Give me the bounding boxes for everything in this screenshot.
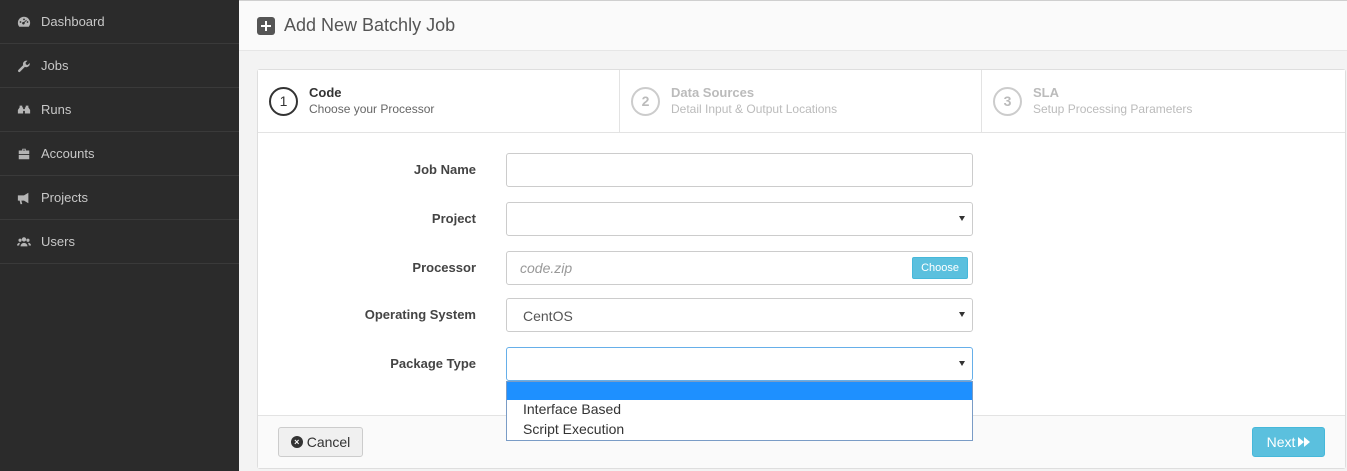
sidebar-item-label: Accounts — [41, 146, 95, 161]
next-label: Next — [1266, 434, 1296, 450]
job-name-row: Job Name — [258, 153, 1345, 187]
page-title: Add New Batchly Job — [284, 15, 456, 35]
step-subtitle: Detail Input & Output Locations — [671, 102, 838, 116]
step-number: 1 — [269, 86, 298, 116]
step-data-sources[interactable]: 2 Data Sources Detail Input & Output Loc… — [620, 70, 982, 132]
sidebar-item-dashboard[interactable]: Dashboard — [0, 0, 239, 44]
step-title: Data Sources — [671, 85, 755, 100]
step-subtitle: Choose your Processor — [309, 102, 435, 116]
sidebar: Dashboard Jobs Runs Accounts Projects Us… — [0, 0, 239, 471]
fast-forward-icon — [1298, 437, 1311, 447]
dropdown-option-interface-based[interactable]: Interface Based — [507, 400, 972, 420]
processor-row: Processor code.zip Choose — [258, 251, 1345, 285]
choose-file-button[interactable]: Choose — [912, 257, 968, 279]
sidebar-item-label: Users — [41, 234, 75, 249]
next-button[interactable]: Next — [1252, 427, 1325, 457]
step-code[interactable]: 1 Code Choose your Processor — [258, 70, 620, 132]
caret-down-icon — [959, 216, 965, 221]
dropdown-option-empty[interactable] — [507, 382, 972, 400]
bullhorn-icon — [17, 191, 31, 205]
job-name-input[interactable] — [506, 153, 973, 187]
cancel-label: Cancel — [306, 434, 351, 450]
wrench-icon — [17, 59, 31, 73]
plus-square-icon — [257, 16, 275, 35]
binoculars-icon — [17, 103, 31, 117]
os-select[interactable]: CentOS — [506, 298, 973, 332]
caret-down-icon — [959, 312, 965, 317]
step-title: SLA — [1033, 85, 1059, 100]
package-type-select[interactable] — [506, 347, 973, 381]
sidebar-item-runs[interactable]: Runs — [0, 88, 239, 132]
times-circle-icon: × — [290, 436, 303, 448]
step-number: 2 — [631, 86, 660, 116]
processor-file-input[interactable]: code.zip Choose — [506, 251, 973, 285]
sidebar-item-label: Runs — [41, 102, 72, 117]
sidebar-item-users[interactable]: Users — [0, 220, 239, 264]
users-icon — [17, 235, 31, 249]
sidebar-item-label: Jobs — [41, 58, 69, 73]
os-value: CentOS — [523, 308, 573, 324]
job-name-label: Job Name — [413, 162, 476, 177]
processor-label: Processor — [412, 260, 476, 275]
dashboard-icon — [17, 15, 31, 29]
cancel-button[interactable]: × Cancel — [278, 427, 363, 457]
wizard-steps: 1 Code Choose your Processor 2 Data Sour… — [258, 70, 1345, 133]
step-number: 3 — [993, 86, 1022, 116]
processor-placeholder: code.zip — [520, 260, 573, 276]
os-label: Operating System — [364, 307, 476, 322]
step-sla[interactable]: 3 SLA Setup Processing Parameters — [982, 70, 1344, 132]
sidebar-item-accounts[interactable]: Accounts — [0, 132, 239, 176]
step-subtitle: Setup Processing Parameters — [1033, 102, 1193, 116]
project-select[interactable] — [506, 202, 973, 236]
package-type-label: Package Type — [390, 356, 476, 371]
briefcase-icon — [17, 147, 31, 161]
project-row: Project — [258, 202, 1345, 236]
package-type-dropdown: Interface Based Script Execution — [506, 381, 973, 441]
os-row: Operating System CentOS — [258, 298, 1345, 332]
project-label: Project — [431, 211, 476, 226]
caret-down-icon — [959, 361, 965, 366]
sidebar-item-label: Projects — [41, 190, 88, 205]
sidebar-item-label: Dashboard — [41, 14, 105, 29]
sidebar-item-jobs[interactable]: Jobs — [0, 44, 239, 88]
step-title: Code — [309, 85, 342, 100]
page-header: Add New Batchly Job — [239, 0, 1347, 51]
sidebar-item-projects[interactable]: Projects — [0, 176, 239, 220]
dropdown-option-script-execution[interactable]: Script Execution — [507, 420, 972, 440]
package-type-row: Package Type — [258, 347, 1345, 381]
